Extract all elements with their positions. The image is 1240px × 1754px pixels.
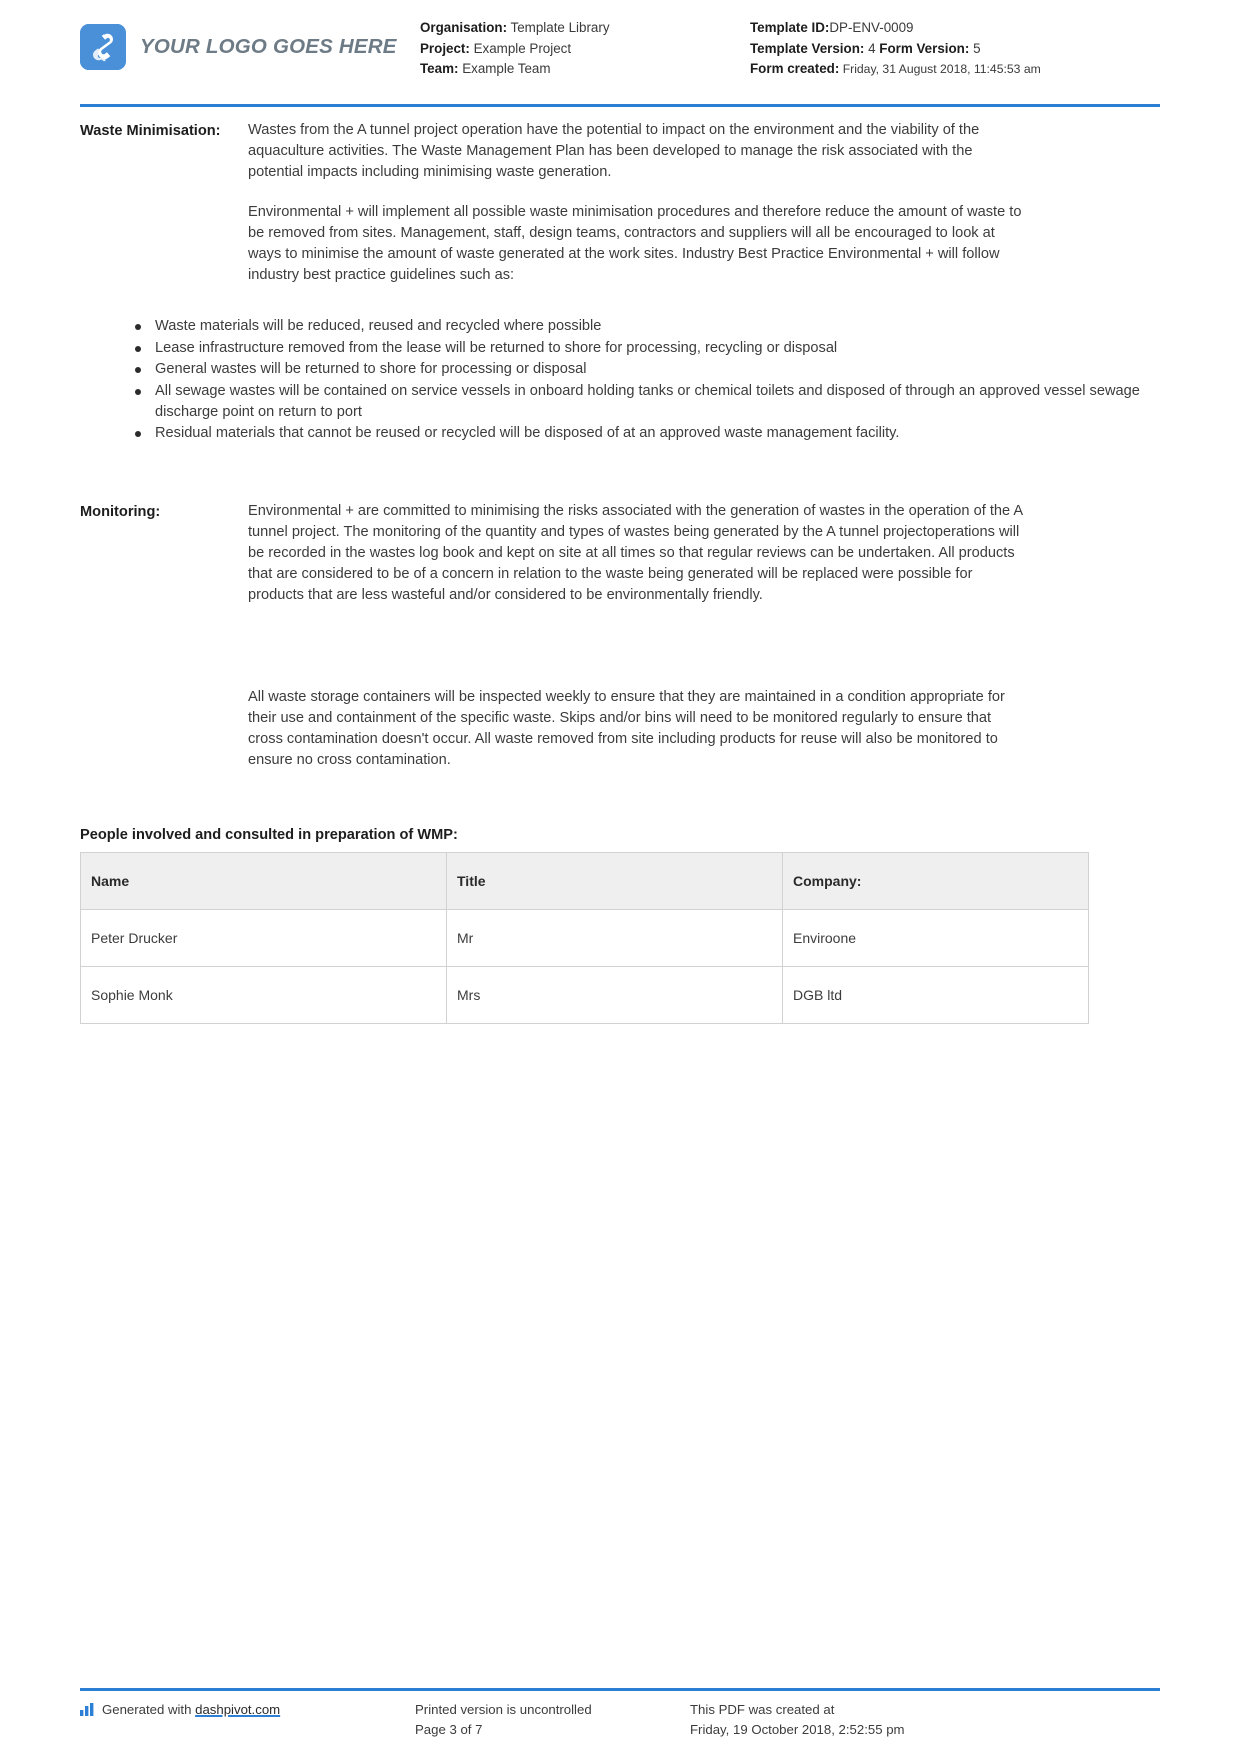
monitoring-body: Environmental + are committed to minimis… xyxy=(248,501,1028,771)
cell-name: Peter Drucker xyxy=(80,908,447,967)
monitoring-paragraph-1: Environmental + are committed to minimis… xyxy=(248,502,1023,603)
monitoring-paragraph-2: All waste storage containers will be ins… xyxy=(248,688,1005,768)
bar-chart-icon xyxy=(80,1702,95,1722)
people-table-heading: People involved and consulted in prepara… xyxy=(80,826,458,843)
generated-prefix: Generated with xyxy=(102,1702,196,1717)
template-version-label: Template Version: xyxy=(750,40,865,56)
header-meta-right: Template ID:DP-ENV-0009 Template Version… xyxy=(750,18,1050,80)
list-item: Residual materials that cannot be reused… xyxy=(135,423,1160,444)
column-header-name: Name xyxy=(80,851,447,910)
people-table-head: Name Title Company: xyxy=(80,851,1089,910)
cell-title: Mr xyxy=(446,908,783,967)
project-label: Project: xyxy=(420,40,470,56)
page-header: YOUR LOGO GOES HERE Organisation: Templa… xyxy=(80,18,1160,80)
template-id-line: Template ID:DP-ENV-0009 xyxy=(750,18,1050,39)
template-id-value: DP-ENV-0009 xyxy=(829,20,914,35)
team-line: Team: Example Team xyxy=(420,59,750,80)
table-row: Sophie Monk Mrs DGB ltd xyxy=(80,965,1089,1024)
logo-text: YOUR LOGO GOES HERE xyxy=(140,35,397,58)
footer-generated-text: Generated with dashpivot.com xyxy=(102,1700,280,1720)
footer-divider xyxy=(80,1688,1160,1691)
template-version-value: 4 xyxy=(868,40,876,56)
column-header-title: Title xyxy=(446,851,783,910)
form-version-label: Form Version: xyxy=(879,40,970,56)
footer-print-block: Printed version is uncontrolled Page 3 o… xyxy=(415,1700,690,1740)
form-created-value: Friday, 31 August 2018, 11:45:53 am xyxy=(842,62,1041,77)
cell-company: Enviroone xyxy=(782,908,1089,967)
section-waste-minimisation: Waste Minimisation: Wastes from the A tu… xyxy=(80,120,1160,286)
created-timestamp: Friday, 19 October 2018, 2:52:55 pm xyxy=(690,1722,905,1737)
section-monitoring: Monitoring: Environmental + are committe… xyxy=(80,501,1160,771)
list-item: General wastes will be returned to shore… xyxy=(135,359,1160,380)
table-header-row: Name Title Company: xyxy=(80,851,1089,910)
waste-minimisation-body: Wastes from the A tunnel project operati… xyxy=(248,120,1028,286)
organisation-label: Organisation: xyxy=(420,20,508,35)
cell-name: Sophie Monk xyxy=(80,965,447,1024)
team-label: Team: xyxy=(420,61,459,77)
footer-created-block: This PDF was created at Friday, 19 Octob… xyxy=(690,1700,1020,1740)
people-table-body: Peter Drucker Mr Enviroone Sophie Monk M… xyxy=(80,908,1089,1024)
organisation-line: Organisation: Template Library xyxy=(420,18,750,39)
table-row: Peter Drucker Mr Enviroone xyxy=(80,908,1089,967)
waste-minimisation-paragraph-1: Wastes from the A tunnel project operati… xyxy=(248,122,980,180)
list-item: Waste materials will be reduced, reused … xyxy=(135,316,1160,337)
waste-minimisation-paragraph-2: Environmental + will implement all possi… xyxy=(248,204,1022,283)
form-created-line: Form created: Friday, 31 August 2018, 11… xyxy=(750,59,1050,80)
dashpivot-link[interactable]: dashpivot.com xyxy=(195,1702,280,1717)
printed-notice: Printed version is uncontrolled xyxy=(415,1702,592,1717)
list-item: All sewage wastes will be contained on s… xyxy=(135,381,1160,423)
column-header-company: Company: xyxy=(782,851,1089,910)
company-logo-icon xyxy=(80,24,126,70)
cell-title: Mrs xyxy=(446,965,783,1024)
header-divider xyxy=(80,104,1160,107)
list-item: Lease infrastructure removed from the le… xyxy=(135,338,1160,359)
document-body: Waste Minimisation: Wastes from the A tu… xyxy=(80,120,1160,1024)
waste-minimisation-label: Waste Minimisation: xyxy=(80,123,221,139)
header-meta-left: Organisation: Template Library Project: … xyxy=(420,18,750,80)
project-line: Project: Example Project xyxy=(420,39,750,60)
project-value: Example Project xyxy=(473,40,572,56)
waste-minimisation-bullet-list: Waste materials will be reduced, reused … xyxy=(80,316,1160,444)
form-created-label: Form created: xyxy=(750,61,840,77)
people-table: Name Title Company: Peter Drucker Mr Env… xyxy=(80,851,1089,1024)
form-version-value: 5 xyxy=(973,40,981,56)
template-id-label: Template ID: xyxy=(750,20,830,35)
created-notice: This PDF was created at xyxy=(690,1702,835,1717)
document-page: YOUR LOGO GOES HERE Organisation: Templa… xyxy=(0,0,1240,1754)
page-footer: Generated with dashpivot.com Printed ver… xyxy=(80,1700,1160,1740)
team-value: Example Team xyxy=(462,61,551,77)
cell-company: DGB ltd xyxy=(782,965,1089,1024)
template-version-line: Template Version: 4 Form Version: 5 xyxy=(750,39,1050,60)
logo-block: YOUR LOGO GOES HERE xyxy=(80,18,420,70)
organisation-value: Template Library xyxy=(510,20,610,35)
monitoring-label: Monitoring: xyxy=(80,503,161,520)
page-number: Page 3 of 7 xyxy=(415,1722,483,1737)
footer-generated-block: Generated with dashpivot.com xyxy=(80,1700,415,1740)
